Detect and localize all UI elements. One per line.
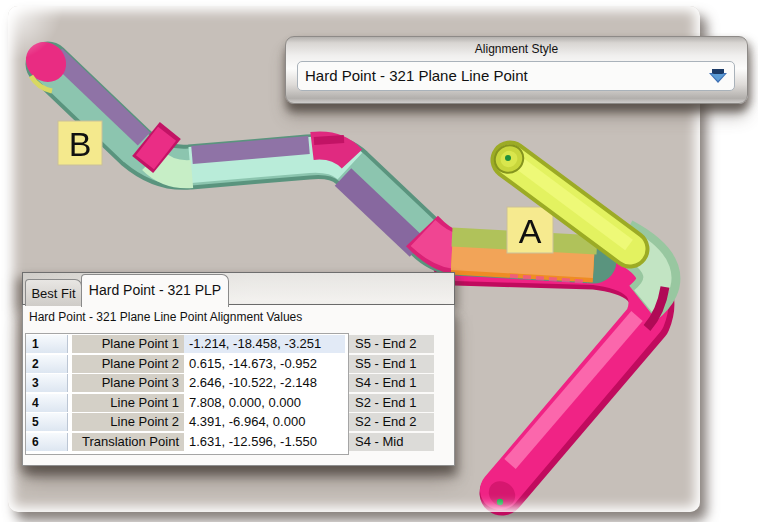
- svg-text:A: A: [519, 212, 542, 250]
- svg-text:B: B: [69, 125, 92, 163]
